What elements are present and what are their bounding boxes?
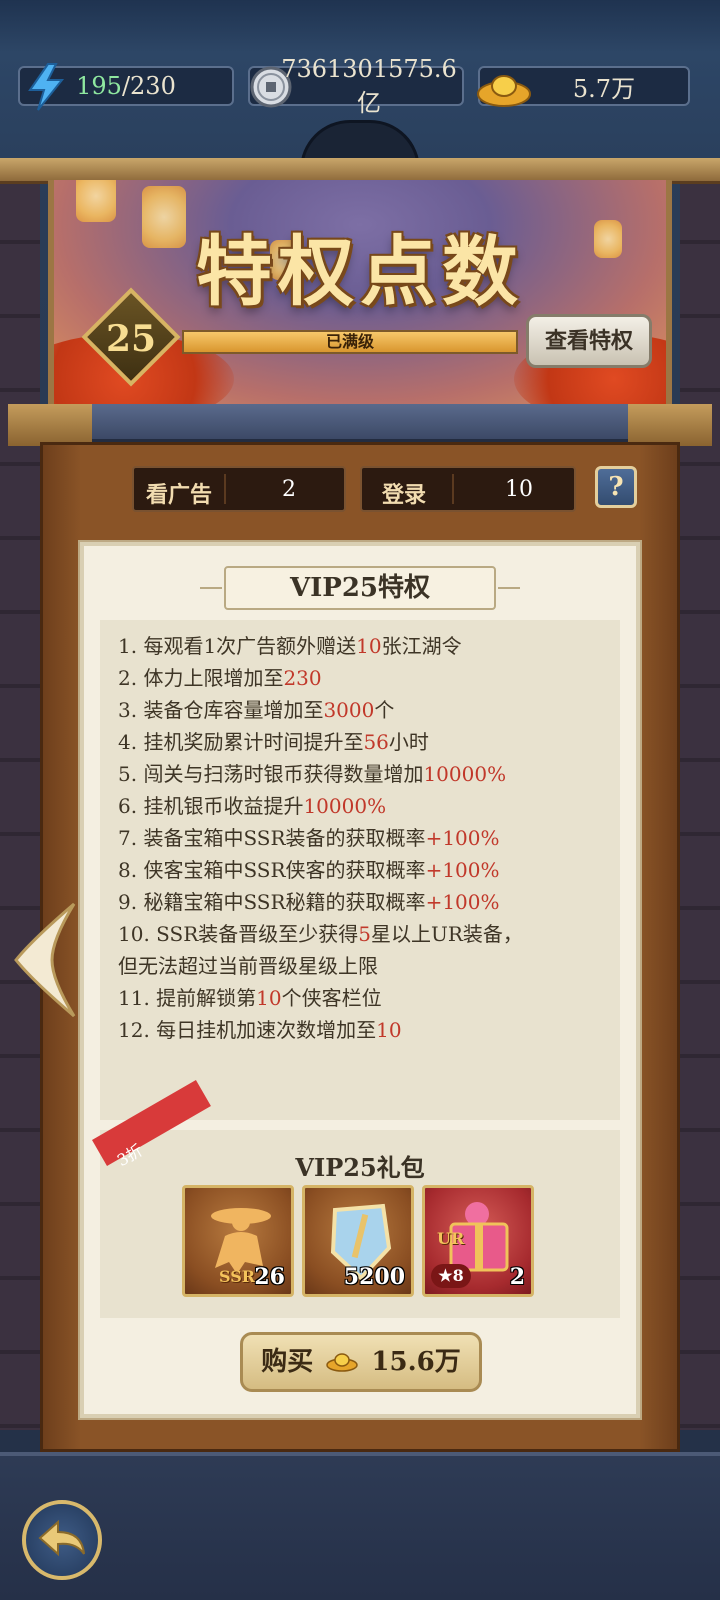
silver-counter[interactable]: 7361301575.6亿 — [248, 55, 464, 117]
banner-scroll — [92, 404, 628, 442]
gift-item-chest[interactable]: UR ★8 2 — [422, 1185, 534, 1297]
ads-value: 2 — [282, 477, 296, 502]
privilege-text: 2. 体力上限增加至 — [118, 666, 284, 690]
privilege-text: 8. 侠客宝箱中SSR侠客的获取概率 — [118, 858, 426, 882]
stat-divider — [452, 474, 454, 504]
login-days-stat: 登录 10 — [360, 466, 576, 512]
privilege-item: 10. SSR装备晋级至少获得5星以上UR装备， — [118, 918, 620, 950]
help-button[interactable]: ? — [595, 466, 637, 508]
back-button[interactable] — [22, 1500, 102, 1580]
privilege-text: 10. SSR装备晋级至少获得 — [118, 922, 359, 946]
privilege-text: 个侠客栏位 — [281, 986, 382, 1010]
privilege-text: 11. 提前解锁第 — [118, 986, 257, 1010]
buy-button[interactable]: 购买 15.6万 — [240, 1332, 482, 1392]
privilege-item: 2. 体力上限增加至230 — [118, 662, 620, 694]
vip-privilege-title: VIP25特权 — [224, 566, 496, 610]
buy-price: 15.6万 — [371, 1347, 461, 1377]
privilege-text: 5. 闯关与扫荡时银币获得数量增加 — [118, 762, 424, 786]
login-label: 登录 — [382, 482, 427, 508]
gift-item-hero[interactable]: SSR 26 — [182, 1185, 294, 1297]
privilege-text: 4. 挂机奖励累计时间提升至 — [118, 730, 364, 754]
privilege-value: +100% — [425, 826, 500, 850]
silver-amount: 7361301575.6亿 — [281, 54, 457, 117]
title-decoration — [200, 587, 222, 589]
privilege-item: 4. 挂机奖励累计时间提升至56小时 — [118, 726, 620, 758]
gift-item-count: 26 — [254, 1264, 285, 1290]
gold-amount: 5.7万 — [572, 74, 636, 103]
privilege-value: 10000% — [303, 794, 387, 818]
ads-watched-stat: 看广告 2 — [132, 466, 346, 512]
previous-page-arrow-icon[interactable] — [12, 900, 76, 1020]
privilege-text: 3. 装备仓库容量增加至 — [118, 698, 324, 722]
privilege-item: 12. 每日挂机加速次数增加至10 — [118, 1014, 620, 1046]
privilege-value: +100% — [425, 858, 500, 882]
privilege-text: 星以上UR装备， — [371, 922, 523, 946]
vip-progress-bar: 已满级 — [182, 330, 518, 354]
gift-item-count: 2 — [509, 1264, 525, 1290]
privilege-list: 1. 每观看1次广告额外赠送10张江湖令 2. 体力上限增加至230 3. 装备仓库… — [100, 620, 620, 1120]
gift-item-shard[interactable]: 5200 — [302, 1185, 414, 1297]
privilege-item: 5. 闯关与扫荡时银币获得数量增加10000% — [118, 758, 620, 790]
vip-progress-label: 已满级 — [325, 332, 374, 351]
stamina-current: 195 — [76, 72, 122, 100]
privilege-value: +100% — [425, 890, 500, 914]
stamina-counter[interactable]: 195/230 — [18, 63, 234, 111]
privilege-item: 9. 秘籍宝箱中SSR秘籍的获取概率+100% — [118, 886, 620, 918]
privilege-item: 1. 每观看1次广告额外赠送10张江湖令 — [118, 630, 620, 662]
right-wall — [680, 170, 720, 1430]
title-decoration — [498, 587, 520, 589]
privilege-text: 9. 秘籍宝箱中SSR秘籍的获取概率 — [118, 890, 426, 914]
privilege-value: 10 — [376, 1018, 402, 1042]
privilege-item: 7. 装备宝箱中SSR装备的获取概率+100% — [118, 822, 620, 854]
privilege-value: 230 — [283, 666, 322, 690]
privilege-item: 但无法超过当前晋级星级上限 — [118, 950, 620, 982]
privilege-text: 6. 挂机银币收益提升 — [118, 794, 304, 818]
privilege-text: 个 — [374, 698, 395, 722]
privilege-text: 但无法超过当前晋级星级上限 — [118, 954, 378, 978]
bottom-bar — [0, 1452, 720, 1600]
gift-item-tag: UR — [437, 1229, 465, 1248]
privilege-item: 8. 侠客宝箱中SSR侠客的获取概率+100% — [118, 854, 620, 886]
privilege-value: 10000% — [423, 762, 507, 786]
buy-label: 购买 — [261, 1347, 314, 1377]
vip-level-number: 25 — [105, 318, 157, 360]
privilege-text: 小时 — [388, 730, 429, 754]
gift-item-count: 5200 — [343, 1264, 405, 1290]
privilege-item: 3. 装备仓库容量增加至3000个 — [118, 694, 620, 726]
gift-pack-title: VIP25礼包 — [295, 1153, 425, 1182]
gold-ingot-icon — [326, 1353, 359, 1372]
privilege-item: 6. 挂机银币收益提升10000% — [118, 790, 620, 822]
privilege-text: 张江湖令 — [381, 634, 462, 658]
privilege-item: 11. 提前解锁第10个侠客栏位 — [118, 982, 620, 1014]
login-value: 10 — [505, 477, 533, 502]
privilege-text: 1. 每观看1次广告额外赠送 — [118, 634, 357, 658]
privilege-value: 10 — [256, 986, 282, 1010]
stat-divider — [224, 474, 226, 504]
view-privileges-button[interactable]: 查看特权 — [526, 314, 652, 368]
back-arrow-icon — [38, 1519, 85, 1557]
privilege-value: 3000 — [323, 698, 375, 722]
ads-label: 看广告 — [146, 482, 213, 508]
privilege-text: 12. 每日挂机加速次数增加至 — [118, 1018, 377, 1042]
privilege-text: 7. 装备宝箱中SSR装备的获取概率 — [118, 826, 426, 850]
gold-counter[interactable]: 5.7万 — [477, 66, 690, 107]
gift-item-tag: SSR — [219, 1267, 256, 1286]
star-badge: ★8 — [431, 1264, 471, 1288]
privilege-value: 5 — [358, 922, 372, 946]
star-count: 8 — [452, 1266, 464, 1285]
privilege-value: 10 — [356, 634, 382, 658]
privilege-value: 56 — [363, 730, 389, 754]
stamina-max: /230 — [121, 72, 176, 100]
left-wall — [0, 170, 40, 1430]
